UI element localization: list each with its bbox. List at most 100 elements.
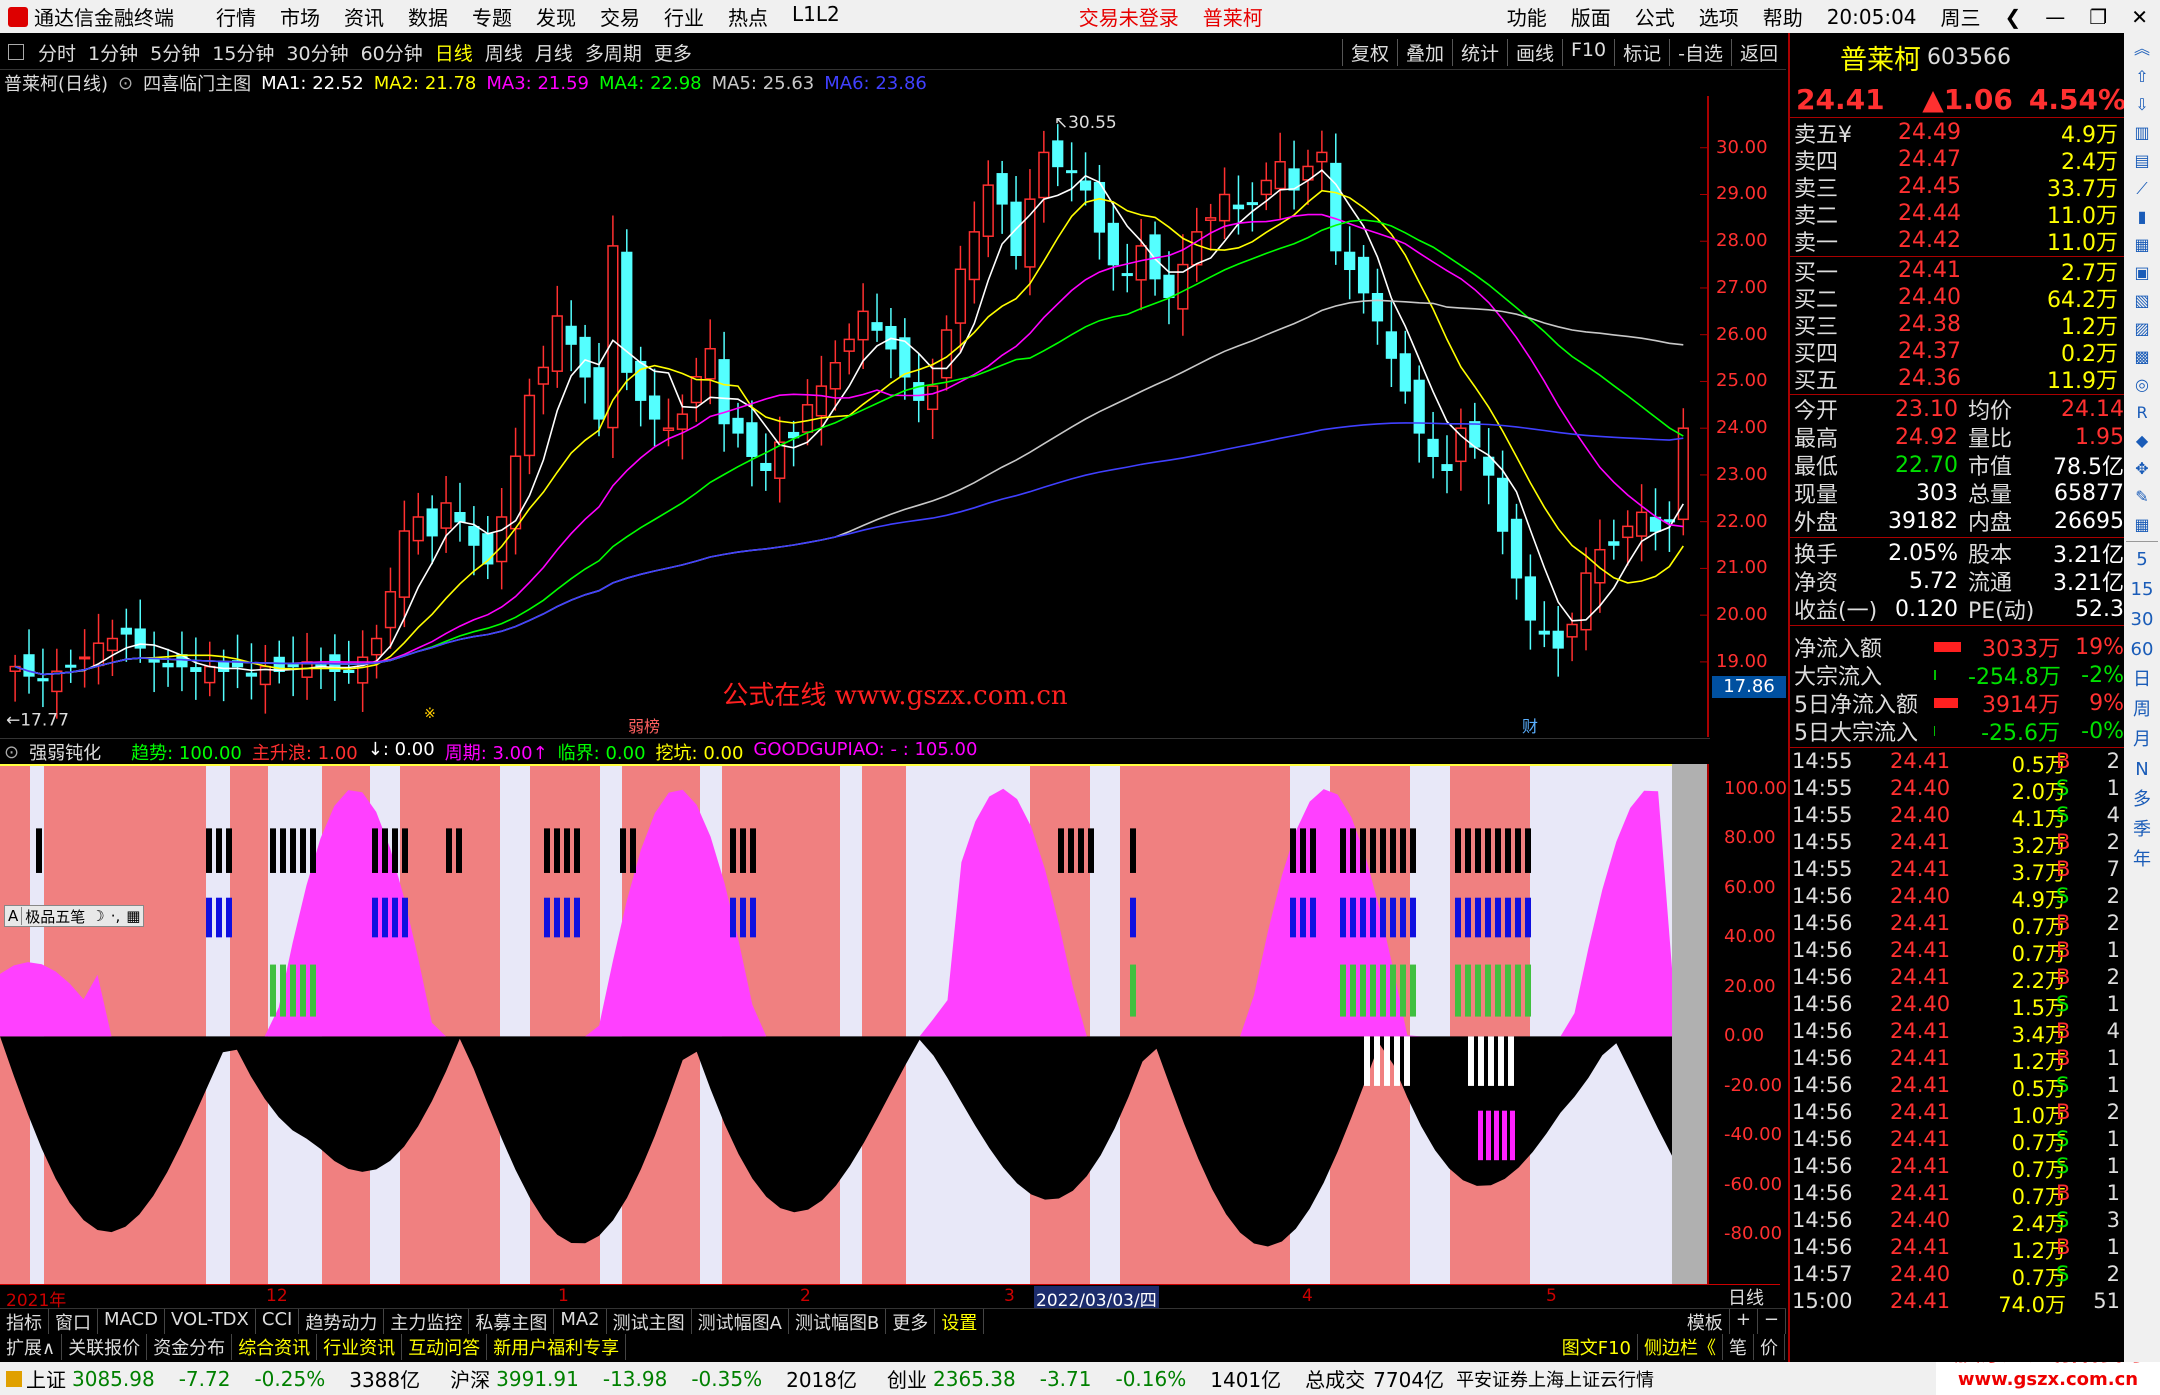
bid-row-1[interactable]: 买二 24.40 64.2万 bbox=[1790, 284, 2126, 313]
period-tab-2[interactable]: 5分钟 bbox=[144, 39, 206, 66]
period-tab-1[interactable]: 1分钟 bbox=[82, 39, 144, 66]
f10-icon[interactable]: ▣ bbox=[2127, 261, 2157, 285]
period-tab-4[interactable]: 30分钟 bbox=[280, 39, 354, 66]
info-tab-4[interactable]: 行业资讯 bbox=[317, 1334, 403, 1360]
indicator-tab-2[interactable]: MACD bbox=[98, 1309, 165, 1335]
restore-icon[interactable]: ❐ bbox=[2077, 5, 2119, 29]
tool-button-0[interactable]: 复权 bbox=[1341, 38, 1397, 66]
tool-button-3[interactable]: 画线 bbox=[1506, 38, 1562, 66]
info-right-tab-3[interactable]: 价 bbox=[1754, 1334, 1785, 1360]
tool-button-2[interactable]: 统计 bbox=[1451, 38, 1507, 66]
template-control-2[interactable]: − bbox=[1758, 1309, 1786, 1335]
indicator-tab-13[interactable]: 设置 bbox=[935, 1309, 985, 1335]
menu-right-item-1[interactable]: 版面 bbox=[1559, 2, 1623, 31]
info-tab-2[interactable]: 资金分布 bbox=[147, 1334, 233, 1360]
period-tab-10[interactable]: 更多 bbox=[648, 39, 698, 66]
indicator-tab-11[interactable]: 测试幅图B bbox=[789, 1309, 887, 1335]
template-control-1[interactable]: + bbox=[1730, 1309, 1758, 1335]
side-period-8[interactable]: 多 bbox=[2127, 788, 2157, 812]
minimize-icon[interactable]: — bbox=[2033, 5, 2077, 29]
menu-right-item-4[interactable]: 帮助 bbox=[1751, 2, 1815, 31]
bid-row-2[interactable]: 买三 24.38 1.2万 bbox=[1790, 311, 2126, 340]
info-tab-5[interactable]: 互动问答 bbox=[402, 1334, 488, 1360]
info-tab-1[interactable]: 关联报价 bbox=[62, 1334, 148, 1360]
bid-row-4[interactable]: 买五 24.36 11.9万 bbox=[1790, 365, 2126, 394]
window-icon[interactable] bbox=[8, 44, 24, 60]
tool-button-5[interactable]: 标记 bbox=[1614, 38, 1669, 66]
side-period-7[interactable]: N bbox=[2127, 758, 2157, 782]
doc-icon[interactable]: ▨ bbox=[2127, 317, 2157, 341]
down-arrow-icon[interactable]: ⇩ bbox=[2127, 93, 2157, 117]
menu-item-1[interactable]: 市场 bbox=[268, 2, 332, 31]
news-icon[interactable]: ▧ bbox=[2127, 289, 2157, 313]
menu-item-5[interactable]: 发现 bbox=[524, 2, 588, 31]
ime-icon[interactable]: A bbox=[5, 907, 23, 925]
tool-button-1[interactable]: 叠加 bbox=[1396, 38, 1452, 66]
indicator-icon[interactable]: ⊙ bbox=[4, 742, 19, 763]
grid-icon[interactable]: ▩ bbox=[2127, 345, 2157, 369]
keyboard-icon[interactable]: ▦ bbox=[123, 907, 143, 925]
side-period-2[interactable]: 30 bbox=[2127, 608, 2157, 632]
info-right-tab-1[interactable]: 侧边栏《 bbox=[1638, 1334, 1723, 1360]
tool-button-4[interactable]: F10 bbox=[1562, 38, 1614, 66]
template-control-0[interactable]: 模板 bbox=[1681, 1309, 1730, 1335]
pen-icon[interactable]: ✎ bbox=[2127, 485, 2157, 509]
dot-icon[interactable]: ·, bbox=[108, 907, 124, 925]
period-tab-6[interactable]: 日线 bbox=[429, 39, 479, 66]
side-period-4[interactable]: 日 bbox=[2127, 668, 2157, 692]
menu-item-3[interactable]: 数据 bbox=[396, 2, 460, 31]
menu-item-0[interactable]: 行情 bbox=[204, 2, 268, 31]
menu-right-item-3[interactable]: 选项 bbox=[1687, 2, 1751, 31]
template-icon[interactable]: ⊙ bbox=[118, 73, 133, 94]
kline-icon[interactable]: ▮ bbox=[2127, 205, 2157, 229]
tool-button-7[interactable]: 返回 bbox=[1730, 38, 1786, 66]
menu-right-item-2[interactable]: 公式 bbox=[1623, 2, 1687, 31]
info-right-tab-2[interactable]: 笔 bbox=[1723, 1334, 1754, 1360]
tool-button-6[interactable]: -自选 bbox=[1669, 38, 1731, 66]
menu-item-8[interactable]: 热点 bbox=[716, 2, 780, 31]
indicator-tab-10[interactable]: 测试幅图A bbox=[692, 1309, 789, 1335]
shield-icon[interactable]: ◆ bbox=[2127, 429, 2157, 453]
circle-icon[interactable]: ◎ bbox=[2127, 373, 2157, 397]
period-tab-8[interactable]: 月线 bbox=[529, 39, 579, 66]
indicator-tab-5[interactable]: 趋势动力 bbox=[299, 1309, 385, 1335]
ask-row-4[interactable]: 卖一 24.42 11.0万 bbox=[1790, 227, 2126, 256]
up-icon[interactable]: ︽ bbox=[2127, 37, 2157, 61]
hs-name[interactable]: 沪深 bbox=[450, 1364, 490, 1393]
indicator-chart[interactable] bbox=[0, 764, 1710, 1284]
list-icon[interactable]: ▤ bbox=[2127, 149, 2157, 173]
template-name[interactable]: 四喜临门主图 bbox=[143, 70, 251, 96]
menu-item-2[interactable]: 资讯 bbox=[332, 2, 396, 31]
indicator-tab-9[interactable]: 测试主图 bbox=[607, 1309, 692, 1335]
menu-right-item-0[interactable]: 功能 bbox=[1495, 2, 1559, 31]
indicator-tab-8[interactable]: MA2 bbox=[554, 1309, 607, 1335]
back-icon[interactable]: ❮ bbox=[1993, 5, 2034, 29]
move-icon[interactable]: ✥ bbox=[2127, 457, 2157, 481]
period-tab-0[interactable]: 分时 bbox=[32, 39, 82, 66]
side-period-10[interactable]: 年 bbox=[2127, 848, 2157, 872]
info-tab-0[interactable]: 扩展∧ bbox=[0, 1334, 63, 1360]
indicator-tab-7[interactable]: 私募主图 bbox=[469, 1309, 555, 1335]
menu-item-7[interactable]: 行业 bbox=[652, 2, 716, 31]
drawing-tool-bar[interactable]: A 极品五笔 ☽ ·, ▦ bbox=[4, 905, 145, 927]
table-icon[interactable]: ▦ bbox=[2127, 233, 2157, 257]
indicator-tab-3[interactable]: VOL-TDX bbox=[165, 1309, 256, 1335]
candlestick-chart[interactable]: 30.0029.0028.0027.0026.0025.0024.0023.00… bbox=[0, 96, 1710, 737]
indicator-name[interactable]: 强弱钝化 bbox=[29, 739, 101, 765]
moon-icon[interactable]: ☽ bbox=[88, 907, 107, 925]
indicator-tab-4[interactable]: CCI bbox=[256, 1309, 300, 1335]
close-icon[interactable]: ✕ bbox=[2119, 5, 2160, 29]
side-period-1[interactable]: 15 bbox=[2127, 578, 2157, 602]
sh-name[interactable]: 上证 bbox=[26, 1364, 66, 1393]
period-tab-9[interactable]: 多周期 bbox=[579, 39, 648, 66]
info-right-tab-0[interactable]: 图文F10 bbox=[1556, 1334, 1638, 1360]
line-chart-icon[interactable]: ⟋ bbox=[2127, 177, 2157, 201]
up-arrow-icon[interactable]: ⇧ bbox=[2127, 65, 2157, 89]
ask-row-3[interactable]: 卖二 24.44 11.0万 bbox=[1790, 200, 2126, 229]
period-tab-3[interactable]: 15分钟 bbox=[206, 39, 280, 66]
period-tab-7[interactable]: 周线 bbox=[479, 39, 529, 66]
ask-row-0[interactable]: 卖五¥ 24.49 4.9万 bbox=[1790, 119, 2126, 148]
ask-row-1[interactable]: 卖四 24.47 2.4万 bbox=[1790, 146, 2126, 175]
rsi-icon[interactable]: R bbox=[2127, 401, 2157, 425]
side-period-9[interactable]: 季 bbox=[2127, 818, 2157, 842]
